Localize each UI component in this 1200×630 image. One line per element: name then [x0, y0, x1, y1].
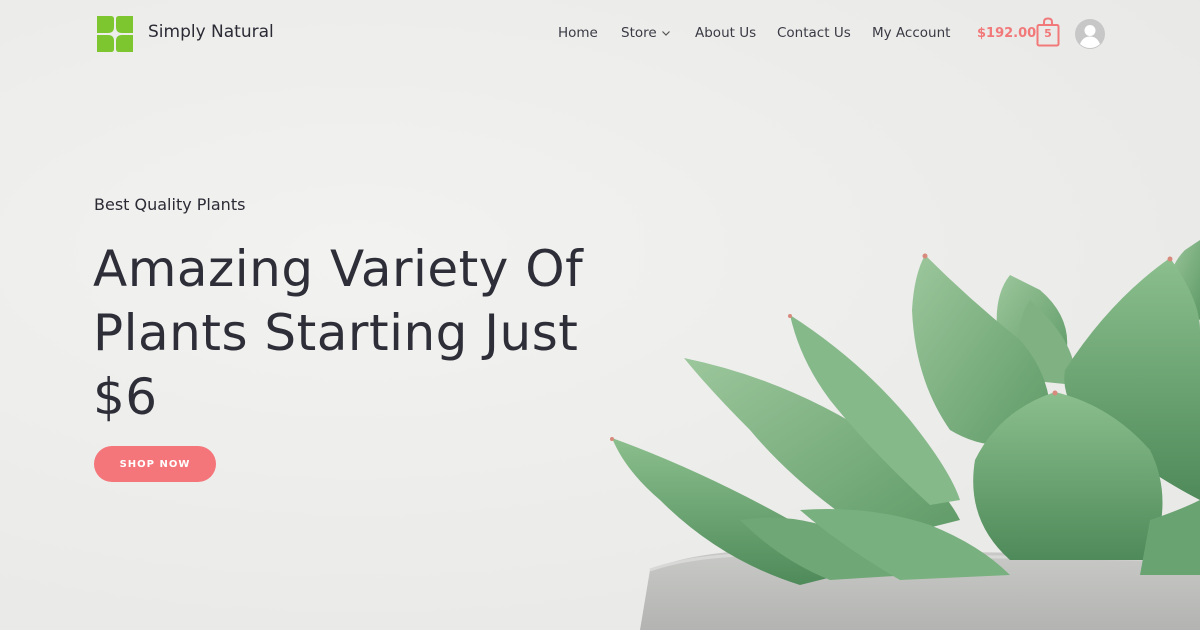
nav-contact-us[interactable]: Contact Us — [777, 25, 851, 41]
nav-my-account[interactable]: My Account — [872, 25, 950, 41]
nav-store[interactable]: Store — [621, 25, 657, 41]
brand-name[interactable]: Simply Natural — [148, 22, 274, 42]
user-avatar-icon[interactable] — [1075, 19, 1105, 49]
hero-eyebrow: Best Quality Plants — [94, 195, 246, 214]
cart-count: 5 — [1044, 27, 1052, 40]
cart-total[interactable]: $192.00 — [977, 26, 1036, 41]
site-header: Simply Natural Home Store About Us Conta… — [0, 0, 1200, 68]
four-leaf-logo-icon[interactable] — [95, 14, 135, 54]
nav-home[interactable]: Home — [558, 25, 598, 41]
shop-now-button[interactable]: SHOP NOW — [94, 446, 216, 482]
nav-about-us[interactable]: About Us — [695, 25, 756, 41]
hero-headline: Amazing Variety Of Plants Starting Just … — [93, 240, 584, 426]
chevron-down-icon[interactable] — [661, 28, 671, 38]
